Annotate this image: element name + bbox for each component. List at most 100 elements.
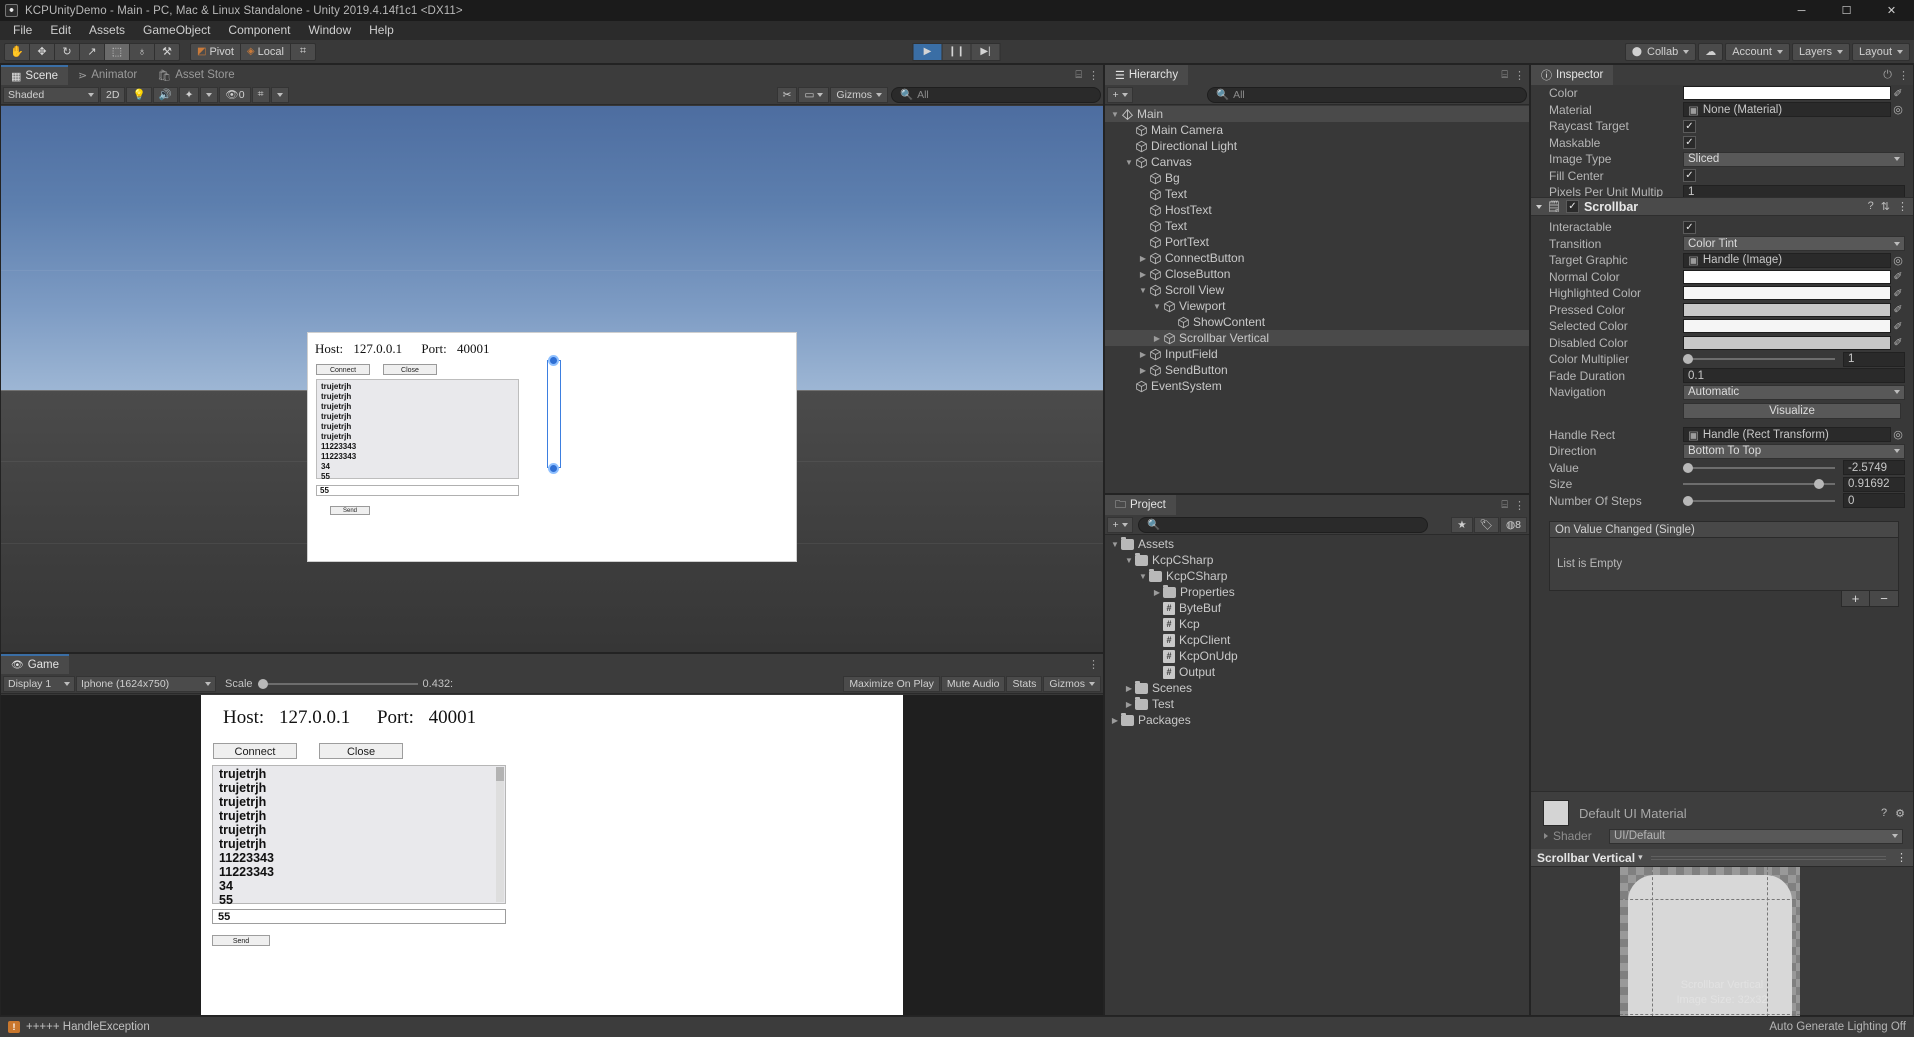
scene-lock-icon[interactable]: ⌸ [1075, 69, 1082, 82]
grid-snap-icon[interactable]: ⌗ [289, 42, 316, 61]
dropdown[interactable]: Bottom To Top [1683, 443, 1905, 459]
scene-hidden-objects[interactable]: 👁 0 [219, 86, 251, 103]
maximize-button[interactable]: ☐ [1824, 0, 1869, 21]
game-viewport[interactable]: Host: 127.0.0.1 Port: 40001 Connect Clos… [1, 695, 1103, 1015]
color-swatch[interactable] [1683, 302, 1891, 317]
scene-menu-icon[interactable]: ⋮ [1088, 69, 1099, 82]
eyedropper-icon[interactable]: ✐ [1891, 336, 1905, 349]
scene-selection-handle-bottom[interactable] [548, 463, 559, 474]
scene-close-button[interactable]: Close [383, 364, 437, 375]
game-connect-button[interactable]: Connect [213, 743, 297, 759]
display-dropdown[interactable]: Display 1 [3, 675, 75, 692]
chevron-right-icon[interactable]: ▶ [1137, 254, 1149, 263]
rect-tool-icon[interactable]: ⬚ [104, 42, 130, 61]
hierarchy-item-scroll-view[interactable]: ▼ Scroll View [1105, 282, 1529, 298]
game-close-button[interactable]: Close [319, 743, 403, 759]
project-layers-icon[interactable]: ◍8 [1499, 516, 1527, 533]
tab-scene[interactable]: ▦ Scene [1, 65, 69, 85]
eyedropper-icon[interactable]: ✐ [1891, 303, 1905, 316]
project-lock-icon[interactable]: ⌸ [1501, 499, 1508, 512]
close-button[interactable]: ✕ [1869, 0, 1914, 21]
chevron-down-icon[interactable]: ▾ [1638, 852, 1643, 863]
hierarchy-item-connectbutton[interactable]: ▶ ConnectButton [1105, 250, 1529, 266]
color-swatch[interactable] [1683, 286, 1891, 301]
checkbox[interactable]: ✓ [1683, 169, 1696, 183]
menu-edit[interactable]: Edit [41, 21, 80, 40]
tab-asset-store[interactable]: 🛍 Asset Store [147, 65, 245, 85]
project-add-button[interactable]: + [1107, 516, 1133, 533]
toggle-2d-button[interactable]: 2D [100, 86, 126, 103]
object-field[interactable]: ▣ Handle (Image) [1683, 252, 1891, 268]
scale-tool-icon[interactable]: ↗ [79, 42, 105, 61]
component-menu-icon[interactable]: ⋮ [1897, 200, 1908, 213]
project-label-icon[interactable]: 🏷 [1473, 516, 1499, 533]
slider-value-field[interactable]: -2.5749 [1843, 460, 1905, 476]
color-swatch[interactable] [1683, 319, 1891, 334]
chevron-right-icon[interactable]: ▶ [1123, 700, 1135, 709]
scale-slider[interactable]: Scale 0.432: [217, 678, 453, 690]
tab-game[interactable]: 👁 Game [1, 654, 70, 674]
tab-inspector[interactable]: ⓘ Inspector [1531, 65, 1614, 85]
color-swatch[interactable] [1683, 335, 1891, 350]
hierarchy-item-main-camera[interactable]: Main Camera [1105, 122, 1529, 138]
project-item-scenes[interactable]: ▶ Scenes [1105, 680, 1529, 696]
shader-dropdown[interactable]: UI/Default [1609, 828, 1903, 844]
slider[interactable] [1683, 477, 1835, 491]
hierarchy-tree[interactable]: ▼ Main Main Camera Directional Light ▼ Canvas… [1105, 106, 1529, 493]
pivot-toggle[interactable]: ◩ Pivot [190, 42, 241, 61]
scene-send-button[interactable]: Send [330, 506, 370, 515]
slider[interactable] [1683, 494, 1835, 508]
tab-hierarchy[interactable]: ☰ Hierarchy [1105, 65, 1189, 85]
hierarchy-item-directional-light[interactable]: Directional Light [1105, 138, 1529, 154]
checkbox[interactable]: ✓ [1683, 220, 1696, 234]
resolution-dropdown[interactable]: Iphone (1624x750) [76, 675, 216, 692]
eyedropper-icon[interactable]: ✐ [1891, 270, 1905, 283]
scene-grid-dropdown[interactable] [270, 86, 289, 103]
transform-tool-icon[interactable]: ♁ [129, 42, 155, 61]
play-button[interactable]: ▶ [912, 42, 943, 61]
chevron-down-icon[interactable]: ▼ [1137, 572, 1149, 581]
pause-button[interactable]: ❙❙ [941, 42, 972, 61]
scrollbar-enabled-checkbox[interactable]: ✓ [1565, 200, 1579, 213]
hierarchy-item-eventsystem[interactable]: EventSystem [1105, 378, 1529, 394]
eyedropper-icon[interactable]: ✐ [1891, 287, 1905, 300]
project-item-kcpcsharp[interactable]: ▼ KcpCSharp [1105, 552, 1529, 568]
chevron-right-icon[interactable]: ▶ [1109, 716, 1121, 725]
scene-gizmos-button[interactable]: Gizmos [830, 86, 888, 103]
menu-file[interactable]: File [4, 21, 41, 40]
tab-animator[interactable]: ⋗ Animator [68, 65, 148, 85]
dropdown[interactable]: Automatic [1683, 384, 1905, 400]
hierarchy-item-porttext[interactable]: PortText [1105, 234, 1529, 250]
tab-project[interactable]: 🗀 Project [1105, 495, 1176, 515]
slider-value-field[interactable]: 0 [1843, 493, 1905, 509]
collab-button[interactable]: ⬤ Collab [1624, 42, 1697, 61]
help-icon[interactable]: ? [1881, 807, 1887, 820]
stats-button[interactable]: Stats [1006, 675, 1043, 692]
chevron-right-icon[interactable] [1544, 833, 1548, 840]
layers-button[interactable]: Layers [1791, 42, 1850, 61]
scene-fx-icon[interactable]: ✦ [178, 86, 200, 103]
scene-fx-dropdown[interactable] [200, 86, 219, 103]
hierarchy-item-canvas[interactable]: ▼ Canvas [1105, 154, 1529, 170]
color-swatch[interactable] [1683, 86, 1891, 101]
project-item-test[interactable]: ▶ Test [1105, 696, 1529, 712]
text-field[interactable]: 1 [1683, 184, 1905, 197]
visualize-button[interactable]: Visualize [1683, 402, 1901, 419]
project-menu-icon[interactable]: ⋮ [1514, 499, 1525, 512]
chevron-down-icon[interactable]: ▼ [1123, 158, 1135, 167]
menu-component[interactable]: Component [219, 21, 299, 40]
game-send-button[interactable]: Send [212, 935, 270, 946]
scene-audio-icon[interactable]: 🔊 [152, 86, 178, 103]
chevron-right-icon[interactable]: ▶ [1137, 350, 1149, 359]
step-button[interactable]: ▶| [970, 42, 1001, 61]
project-item-properties[interactable]: ▶ Properties [1105, 584, 1529, 600]
project-tree[interactable]: ▼Assets▼KcpCSharp▼KcpCSharp▶PropertiesBy… [1105, 536, 1529, 1015]
scene-grid-icon[interactable]: ⌗ [251, 86, 270, 103]
object-field[interactable]: ▣ Handle (Rect Transform) [1683, 427, 1891, 443]
hierarchy-item-scrollbar-vertical[interactable]: ▶ Scrollbar Vertical [1105, 330, 1529, 346]
hierarchy-lock-icon[interactable]: ⌸ [1501, 69, 1508, 82]
project-search-input[interactable]: 🔍 [1138, 516, 1428, 533]
menu-window[interactable]: Window [299, 21, 360, 40]
maximize-on-play-button[interactable]: Maximize On Play [843, 675, 940, 692]
slider[interactable] [1683, 352, 1835, 366]
